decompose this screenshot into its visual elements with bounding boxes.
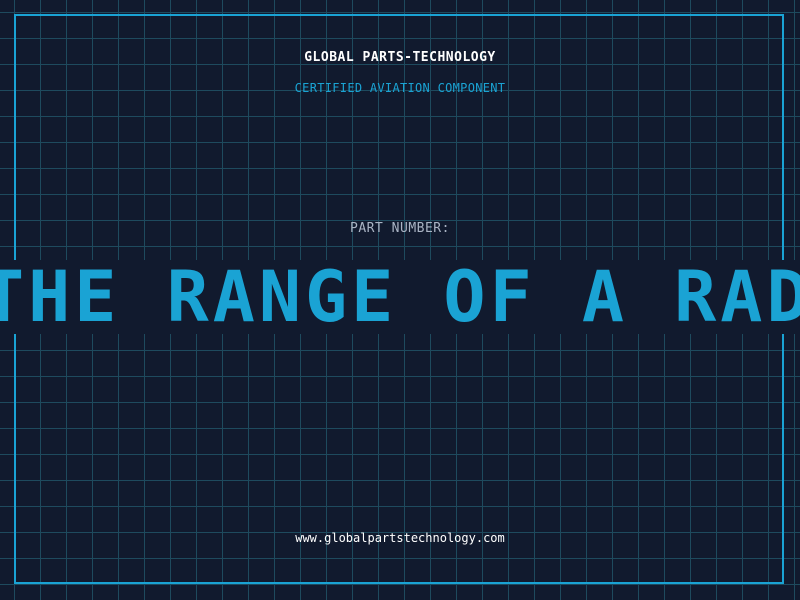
certification-subtitle: CERTIFIED AVIATION COMPONENT xyxy=(294,81,506,95)
company-name: GLOBAL PARTS-TECHNOLOGY xyxy=(304,50,496,65)
part-number-label: PART NUMBER: xyxy=(350,221,450,236)
part-number-value: THE RANGE OF A RADA xyxy=(0,260,800,334)
certificate-canvas: GLOBAL PARTS-TECHNOLOGY CERTIFIED AVIATI… xyxy=(0,0,800,600)
website-url: www.globalpartstechnology.com xyxy=(295,531,505,545)
part-number-band: THE RANGE OF A RADA xyxy=(0,260,800,334)
